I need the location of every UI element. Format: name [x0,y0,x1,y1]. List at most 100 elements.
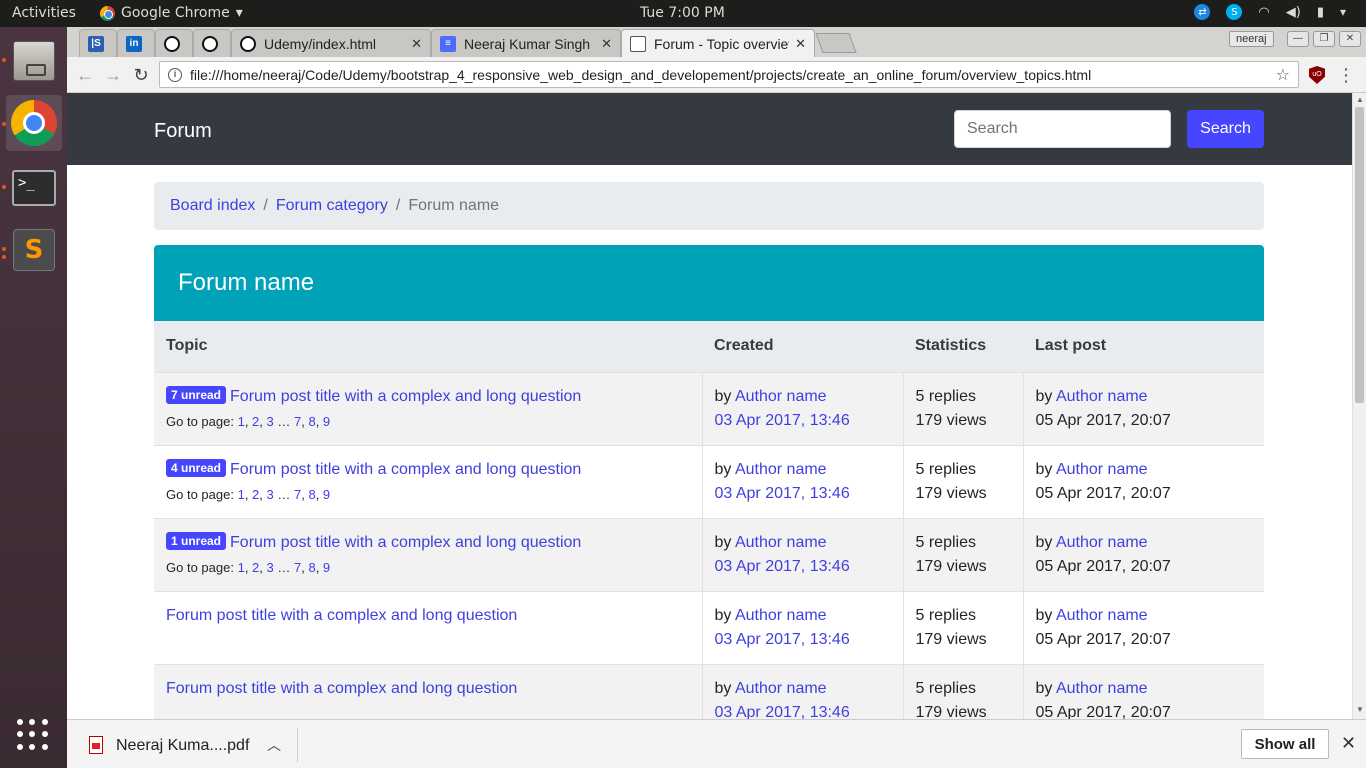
last-author-link[interactable]: Author name [1056,461,1148,478]
page-link[interactable]: 9 [323,414,330,429]
page-link[interactable]: 1 [238,487,245,502]
topic-title-link[interactable]: Forum post title with a complex and long… [230,388,581,405]
close-window-icon[interactable]: ✕ [1339,31,1361,47]
created-date-link[interactable]: 03 Apr 2017, 13:46 [715,631,850,648]
page-link[interactable]: 2 [252,487,259,502]
page-link[interactable]: 2 [252,560,259,575]
back-arrow-icon[interactable]: ← [75,65,95,85]
profile-chip[interactable]: neeraj [1229,31,1274,47]
last-author-link[interactable]: Author name [1056,388,1148,405]
created-date-link[interactable]: 03 Apr 2017, 13:46 [715,558,850,575]
views-count: 179 views [915,557,987,575]
minimize-icon[interactable]: — [1287,31,1309,47]
clock[interactable]: Tue 7:00 PM [640,5,725,21]
dock-chrome[interactable] [6,95,62,151]
author-link[interactable]: Author name [735,607,827,624]
maximize-icon[interactable]: ❐ [1313,31,1335,47]
breadcrumb-forum-category[interactable]: Forum category [276,197,388,215]
topic-title-link[interactable]: Forum post title with a complex and long… [166,607,517,624]
dock-terminal[interactable]: >_ [6,160,62,216]
by-label: by [1035,679,1053,697]
search-input[interactable] [954,110,1171,148]
topic-title-link[interactable]: Forum post title with a complex and long… [166,680,517,697]
statistics-cell: 5 replies 179 views [902,371,1023,445]
created-date-link[interactable]: 03 Apr 2017, 13:46 [715,412,850,429]
page-link[interactable]: 8 [308,560,315,575]
created-date-link[interactable]: 03 Apr 2017, 13:46 [715,485,850,502]
more-vertical-icon[interactable]: ⋮ [1337,65,1355,86]
page-link[interactable]: 3 [267,414,274,429]
chevron-down-icon[interactable]: ▾ [1340,5,1346,19]
tab-linkedin[interactable]: in [117,29,155,57]
forward-arrow-icon[interactable]: → [103,65,123,85]
page-link[interactable]: 9 [323,487,330,502]
page-icon [630,35,646,52]
navbar-brand[interactable]: Forum [154,120,212,143]
scroll-down-arrow-icon[interactable]: ▼ [1356,705,1364,714]
page-link[interactable]: 3 [267,487,274,502]
page-link[interactable]: 9 [323,560,330,575]
author-link[interactable]: Author name [735,680,827,697]
page-link[interactable]: 8 [308,414,315,429]
author-link[interactable]: Author name [735,388,827,405]
topic-title-link[interactable]: Forum post title with a complex and long… [230,534,581,551]
address-bar[interactable]: i file:///home/neeraj/Code/Udemy/bootstr… [159,61,1299,88]
topic-title-link[interactable]: Forum post title with a complex and long… [230,461,581,478]
close-icon[interactable]: ✕ [601,36,612,52]
by-label: by [714,460,732,478]
page-link[interactable]: 3 [267,560,274,575]
tab-udemy[interactable]: |S [79,29,117,57]
tab-forum-topic-overview[interactable]: Forum - Topic overview ✕ [621,29,815,57]
author-link[interactable]: Author name [735,461,827,478]
page-link[interactable]: 7 [294,560,301,575]
chrome-icon [100,5,115,21]
chevron-up-icon[interactable]: ︿ [267,735,281,755]
page-link[interactable]: 2 [252,414,259,429]
reload-icon[interactable]: ↻ [131,65,151,85]
close-icon[interactable]: ✕ [795,36,806,52]
app-menu[interactable]: Google Chrome ▾ [100,5,243,21]
close-icon[interactable]: ✕ [411,36,422,52]
teamviewer-icon[interactable]: ⇄ [1194,4,1211,20]
tab-github-2[interactable] [193,29,231,57]
dock-sublime[interactable]: S [6,222,62,278]
page-link[interactable]: 7 [294,487,301,502]
search-button[interactable]: Search [1187,110,1264,148]
show-apps-grid-icon[interactable] [17,719,49,751]
page-link[interactable]: 7 [294,414,301,429]
close-icon[interactable]: ✕ [1341,733,1356,754]
last-author-link[interactable]: Author name [1056,607,1148,624]
last-author-link[interactable]: Author name [1056,680,1148,697]
scrollbar-thumb[interactable] [1355,107,1364,403]
activities-button[interactable]: Activities [12,5,76,21]
tab-udemy-index[interactable]: Udemy/index.html ✕ [231,29,431,57]
dock-files[interactable] [6,33,62,89]
created-date-link[interactable]: 03 Apr 2017, 13:46 [715,704,850,720]
vertical-scrollbar[interactable]: ▲ ▼ [1352,93,1366,719]
replies-count: 5 replies [915,460,976,478]
download-file-name[interactable]: Neeraj Kuma....pdf [116,737,249,755]
page-link[interactable]: 1 [238,414,245,429]
wifi-icon[interactable]: ◠ [1258,5,1269,20]
bookmark-star-icon[interactable]: ☆ [1276,65,1290,85]
page-link[interactable]: 8 [308,487,315,502]
by-label: by [1035,387,1053,405]
volume-icon[interactable]: ◀) [1286,5,1301,20]
info-icon[interactable]: i [168,67,182,82]
tab-github-1[interactable] [155,29,193,57]
new-tab-button[interactable] [815,33,857,53]
author-link[interactable]: Author name [735,534,827,551]
ublock-origin-icon[interactable]: uO [1309,66,1325,84]
breadcrumb-board-index[interactable]: Board index [170,197,255,215]
tab-neeraj-doc[interactable]: ≡ Neeraj Kumar Singh ✕ [431,29,621,57]
battery-icon[interactable]: ▮ [1317,5,1324,20]
show-all-button[interactable]: Show all [1241,729,1329,759]
replies-count: 5 replies [915,679,976,697]
terminal-icon: >_ [12,170,56,206]
pdf-file-icon[interactable] [89,736,103,754]
github-icon [240,35,256,52]
skype-icon[interactable]: S [1226,4,1243,20]
page-link[interactable]: 1 [238,560,245,575]
last-author-link[interactable]: Author name [1056,534,1148,551]
scroll-up-arrow-icon[interactable]: ▲ [1356,95,1364,104]
